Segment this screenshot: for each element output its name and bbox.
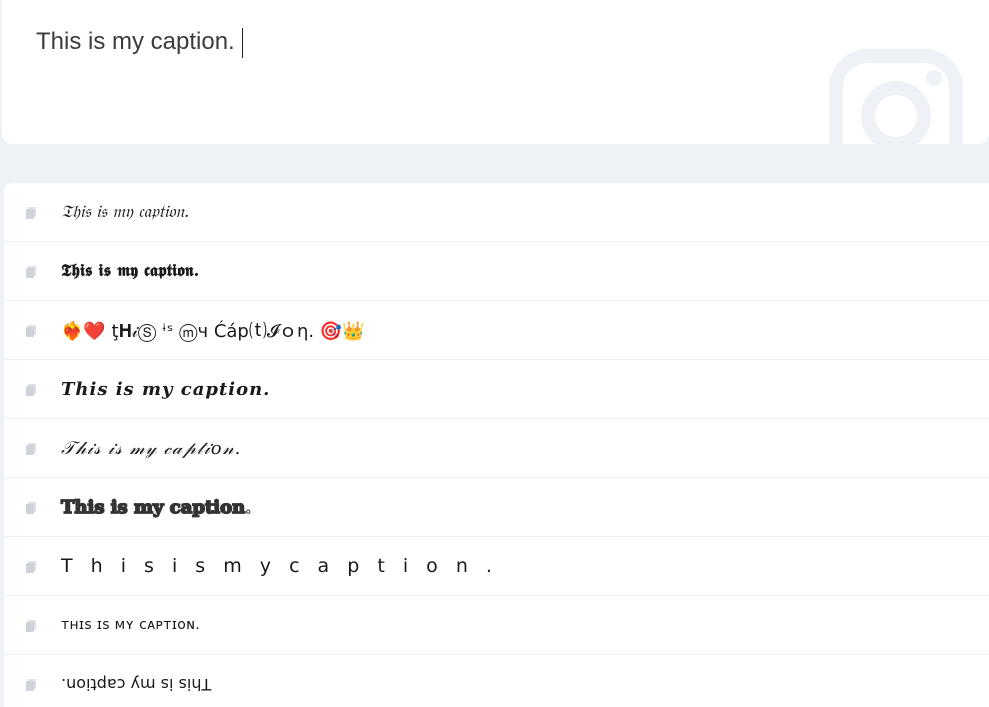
- caption-card: [2, 0, 989, 144]
- result-row[interactable]: This is my caption.: [4, 655, 989, 707]
- result-text: 𝕿𝖍𝖎𝖘 𝖎𝖘 𝖒𝖞 𝖈𝖆𝖕𝖙𝖎𝖔𝖓.: [61, 261, 200, 281]
- result-text: 𝒯𝒽𝒾𝓈 𝒾𝓈 𝓂𝓎 𝒸𝒶𝓅𝓉𝒾𝑜𝓃.: [61, 437, 242, 459]
- copy-icon[interactable]: [24, 441, 38, 455]
- caption-input[interactable]: [36, 22, 796, 62]
- result-text: T h i s i s m y c a p t i o n .: [61, 555, 498, 577]
- copy-icon[interactable]: [24, 559, 38, 573]
- result-text: 𝔗𝔥𝔦𝔰 𝔦𝔰 𝔪𝔶 𝔠𝔞𝔭𝔱𝔦𝔬𝔫.: [61, 202, 190, 222]
- copy-icon[interactable]: [24, 323, 38, 337]
- result-text: ᴛʜɪs ɪs ᴍʏ ᴄᴀᴘᴛɪᴏɴ.: [61, 617, 201, 633]
- result-row[interactable]: ᴛʜɪs ɪs ᴍʏ ᴄᴀᴘᴛɪᴏɴ.: [4, 596, 989, 655]
- copy-icon[interactable]: [24, 205, 38, 219]
- copy-icon[interactable]: [24, 677, 38, 691]
- text-cursor: [242, 28, 243, 58]
- copy-icon[interactable]: [24, 382, 38, 396]
- result-row[interactable]: 𝕿𝖍𝖎𝖘 𝖎𝖘 𝖒𝖞 𝖈𝖆𝖕𝖙𝖎𝖔𝖓.: [4, 242, 989, 301]
- copy-icon[interactable]: [24, 264, 38, 278]
- copy-icon[interactable]: [24, 618, 38, 632]
- result-row[interactable]: 𝕋𝕙𝕚𝕤 𝕚𝕤 𝕞𝕪 𝕔𝕒𝕡𝕥𝕚𝕠𝕟.: [4, 478, 989, 537]
- result-text: 𝑻𝒉𝒊𝒔 𝒊𝒔 𝒎𝒚 𝒄𝒂𝒑𝒕𝒊𝒐𝒏.: [61, 378, 271, 400]
- result-row[interactable]: 𝒯𝒽𝒾𝓈 𝒾𝓈 𝓂𝓎 𝒸𝒶𝓅𝓉𝒾𝑜𝓃.: [4, 419, 989, 478]
- result-row[interactable]: 𝔗𝔥𝔦𝔰 𝔦𝔰 𝔪𝔶 𝔠𝔞𝔭𝔱𝔦𝔬𝔫.: [4, 183, 989, 242]
- instagram-icon: [828, 48, 968, 144]
- font-results-list: 𝔗𝔥𝔦𝔰 𝔦𝔰 𝔪𝔶 𝔠𝔞𝔭𝔱𝔦𝔬𝔫. 𝕿𝖍𝖎𝖘 𝖎𝖘 𝖒𝖞 𝖈𝖆𝖕𝖙𝖎𝖔𝖓. …: [4, 183, 989, 707]
- result-row[interactable]: ❤️‍🔥❤️ ţ𝐇𝒾Ⓢ ᶤˢ ⓜч Ćáp⒯𝓘ｏη. 🎯👑: [4, 301, 989, 360]
- copy-icon[interactable]: [24, 500, 38, 514]
- result-text: ❤️‍🔥❤️ ţ𝐇𝒾Ⓢ ᶤˢ ⓜч Ćáp⒯𝓘ｏη. 🎯👑: [61, 321, 365, 342]
- result-text: This is my caption.: [61, 674, 212, 694]
- result-row[interactable]: T h i s i s m y c a p t i o n .: [4, 537, 989, 596]
- result-row[interactable]: 𝑻𝒉𝒊𝒔 𝒊𝒔 𝒎𝒚 𝒄𝒂𝒑𝒕𝒊𝒐𝒏.: [4, 360, 989, 419]
- result-text: 𝕋𝕙𝕚𝕤 𝕚𝕤 𝕞𝕪 𝕔𝕒𝕡𝕥𝕚𝕠𝕟.: [60, 496, 252, 518]
